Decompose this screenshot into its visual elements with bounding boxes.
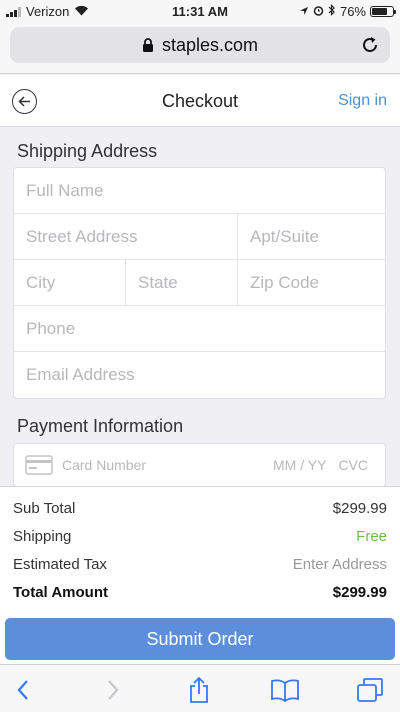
tax-row: Estimated Tax Enter Address <box>13 556 387 573</box>
bookmarks-icon[interactable] <box>270 676 300 704</box>
checkout-header: Checkout Sign in <box>0 75 400 127</box>
apt-suite-field[interactable]: Apt/Suite <box>238 214 385 259</box>
sign-in-link[interactable]: Sign in <box>338 92 387 110</box>
location-icon <box>299 4 309 19</box>
state-field[interactable]: State <box>126 260 238 305</box>
total-value: $299.99 <box>332 584 387 601</box>
order-summary: Sub Total $299.99 Shipping Free Estimate… <box>0 486 400 612</box>
url-text: staples.com <box>161 34 259 55</box>
back-chevron-icon[interactable] <box>8 676 38 704</box>
subtotal-label: Sub Total <box>13 500 76 517</box>
city-field[interactable]: City <box>14 260 126 305</box>
browser-bar: staples.com <box>0 22 400 74</box>
url-field[interactable]: staples.com <box>10 27 390 63</box>
bluetooth-icon <box>328 4 336 19</box>
credit-card-icon <box>25 455 53 475</box>
tax-value[interactable]: Enter Address <box>293 556 387 573</box>
street-address-field[interactable]: Street Address <box>14 214 238 259</box>
lock-icon <box>142 37 154 53</box>
phone-field[interactable]: Phone <box>14 306 385 351</box>
shipping-row: Shipping Free <box>13 528 387 545</box>
payment-title: Payment Information <box>17 416 184 436</box>
tabs-icon[interactable] <box>355 676 385 704</box>
shipping-address-form: Full Name Street Address Apt/Suite City … <box>13 167 386 399</box>
tax-label: Estimated Tax <box>13 556 107 573</box>
reload-icon[interactable] <box>360 35 380 60</box>
cvc-field[interactable]: CVC <box>338 457 368 473</box>
status-bar: Verizon 11:31 AM 76% <box>0 0 400 22</box>
shipping-label: Shipping <box>13 528 72 545</box>
alarm-icon <box>313 4 324 19</box>
card-number-field[interactable]: Card Number <box>62 457 273 473</box>
subtotal-value: $299.99 <box>332 500 387 517</box>
submit-order-button[interactable]: Submit Order <box>5 618 395 660</box>
total-label: Total Amount <box>13 584 108 601</box>
expiry-field[interactable]: MM / YY <box>273 457 326 473</box>
subtotal-row: Sub Total $299.99 <box>13 500 387 517</box>
share-icon[interactable] <box>184 676 214 704</box>
forward-chevron-icon[interactable] <box>98 676 128 704</box>
total-row: Total Amount $299.99 <box>13 584 387 601</box>
card-input-row[interactable]: Card Number MM / YY CVC <box>13 443 386 487</box>
email-field[interactable]: Email Address <box>14 352 385 398</box>
browser-toolbar <box>0 664 400 712</box>
battery-icon <box>370 6 396 17</box>
shipping-title: Shipping Address <box>17 141 158 161</box>
zip-code-field[interactable]: Zip Code <box>238 260 385 305</box>
full-name-field[interactable]: Full Name <box>14 168 385 213</box>
shipping-value: Free <box>356 528 387 545</box>
battery-percent: 76% <box>339 4 366 19</box>
